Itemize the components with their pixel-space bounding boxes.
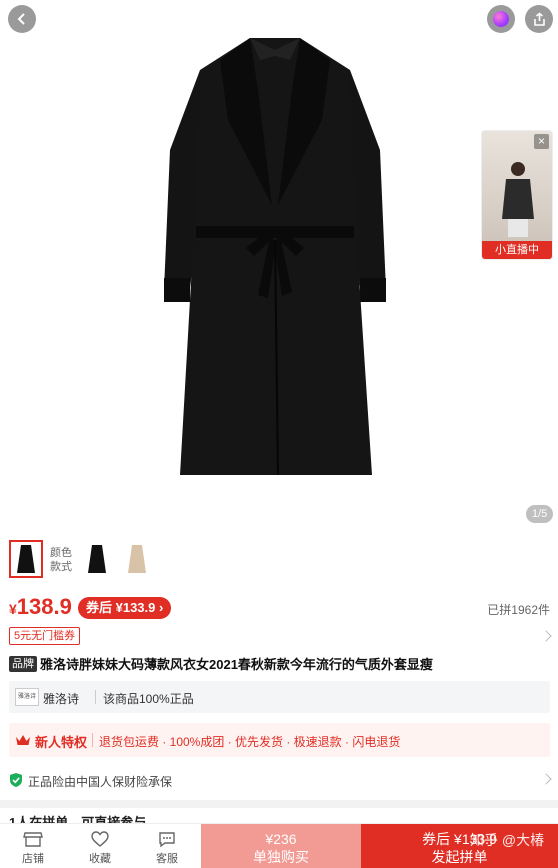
insurance-text: 正品险由中国人保财险承保 [28, 775, 173, 789]
sold-count: 已拼1962件 [487, 603, 550, 617]
new-user-benefits[interactable]: 新人特权 退货包运费 · 100%成团 · 优先发货 · 极速退款 · 闪电退货 [9, 723, 550, 757]
chat-bubble-icon [159, 832, 175, 848]
customer-service-button[interactable]: 客服 [142, 828, 192, 868]
shield-check-icon [10, 773, 22, 787]
share-icon [533, 11, 545, 26]
price: ¥138.9 [9, 594, 72, 619]
section-divider [0, 800, 558, 808]
divider [95, 690, 96, 704]
coat-black-icon [17, 545, 35, 573]
new-user-benefit-list: 退货包运费 · 100%成团 · 优先发货 · 极速退款 · 闪电退货 [99, 735, 401, 749]
start-group-buy-button[interactable]: 券后 ¥133.9 发起拼单 [361, 824, 558, 868]
shop-button[interactable]: 店铺 [8, 828, 58, 868]
authenticity-text: 该商品100%正品 [103, 692, 194, 706]
product-gallery[interactable]: × 小直播中 1/5 [0, 0, 558, 532]
brand-bar[interactable]: 雅洛诗 雅洛诗 该商品100%正品 [9, 681, 550, 713]
brand-tag: 品牌 [9, 655, 37, 672]
insurance-row[interactable]: 正品险由中国人保财险承保 [9, 768, 550, 792]
chevron-right-icon [540, 630, 552, 642]
close-live-button[interactable]: × [534, 134, 549, 149]
heart-icon [91, 831, 109, 847]
sku-label: 颜色 款式 [50, 547, 72, 573]
coupon-tag[interactable]: 5元无门槛券 [9, 627, 81, 645]
product-title-row: 品牌 雅洛诗胖妹妹大码薄款风衣女2021春秋新款今年流行的气质外套显瘦 [9, 654, 549, 676]
colorful-orb-icon [493, 11, 509, 27]
brand-logo: 雅洛诗 [15, 688, 39, 706]
share-button[interactable] [525, 5, 553, 33]
sku-thumb-black-selected[interactable] [9, 540, 43, 578]
coat-black-icon [88, 545, 106, 573]
product-image-black-trench-coat [164, 38, 386, 476]
crown-icon [16, 735, 30, 745]
coupon-price-button[interactable]: 券后 ¥133.9 › [78, 597, 172, 619]
price-row: ¥138.9 券后 ¥133.9 › 已拼1962件 [0, 590, 558, 624]
product-title: 雅洛诗胖妹妹大码薄款风衣女2021春秋新款今年流行的气质外套显瘦 [40, 657, 433, 672]
new-user-title: 新人特权 [35, 735, 88, 750]
live-label: 小直播中 [482, 241, 552, 259]
favorite-button[interactable]: 收藏 [75, 828, 125, 868]
bottom-action-bar: 店铺 收藏 客服 ¥236 单独购买 券后 ¥133.9 发起拼单 [0, 823, 558, 868]
sku-thumb-black[interactable] [80, 540, 114, 578]
back-button[interactable] [8, 5, 36, 33]
mall-button[interactable] [487, 5, 515, 33]
brand-name: 雅洛诗 [43, 692, 80, 706]
store-icon [23, 832, 43, 847]
image-counter: 1/5 [526, 505, 554, 523]
live-host-thumbnail [502, 162, 534, 237]
sku-thumb-khaki[interactable] [120, 540, 154, 578]
chevron-left-icon [17, 13, 25, 25]
live-stream-card[interactable]: × 小直播中 [481, 130, 553, 260]
coat-khaki-icon [128, 545, 146, 573]
buy-single-button[interactable]: ¥236 单独购买 [201, 824, 361, 868]
divider [92, 733, 93, 747]
sku-strip: 颜色 款式 [0, 536, 558, 582]
